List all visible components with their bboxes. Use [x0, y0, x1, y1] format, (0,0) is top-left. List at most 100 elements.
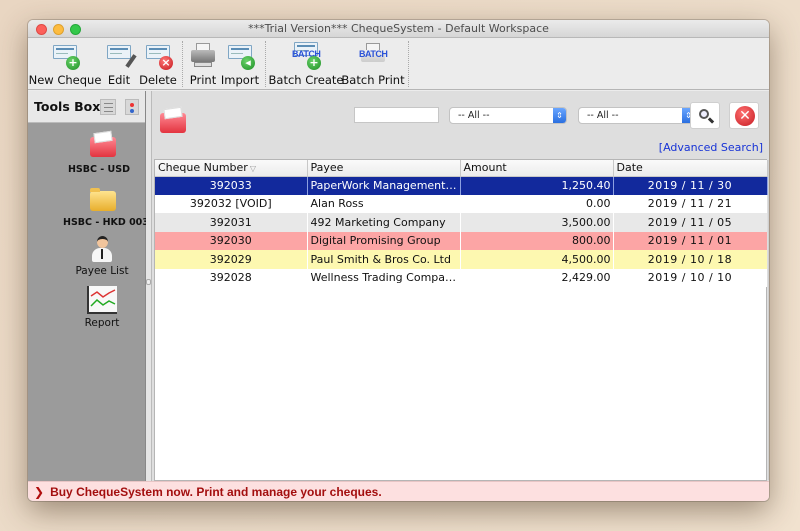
yellow-folder-icon [90, 188, 116, 211]
toolbar-separator [265, 41, 266, 87]
column-header-payee[interactable]: Payee [307, 160, 461, 177]
search-button[interactable] [690, 102, 720, 129]
title-bar: ***Trial Version*** ChequeSystem - Defau… [28, 20, 769, 38]
cheque-number-cell: 392028 [155, 268, 307, 287]
sidebar-item-report[interactable]: Report [28, 286, 146, 329]
table-header-row: Cheque Number ▽ Payee Amount Date [155, 160, 768, 177]
amount-cell: 1,250.40 [460, 176, 614, 195]
toolbar-separator [408, 41, 409, 87]
print-button[interactable]: Print [187, 38, 219, 90]
batch-create-button[interactable]: BATCH + Batch Create [268, 38, 344, 90]
table-row[interactable]: 392030 Digital Promising Group 800.00 2019 … [155, 231, 767, 250]
cheque-list-panel: -- All -- ⇕ -- All -- ⇕ ✕ [Advanced Sear… [152, 91, 769, 481]
icon-view-button[interactable] [125, 99, 139, 115]
delete-label: Delete [139, 73, 177, 87]
filter-select-1-value: -- All -- [458, 110, 490, 121]
column-header-amount[interactable]: Amount [460, 160, 614, 177]
advanced-search-link[interactable]: [Advanced Search] [659, 141, 763, 154]
amount-cell: 3,500.00 [460, 213, 613, 232]
new-cheque-label: New Cheque [28, 73, 102, 87]
sidebar-item-label: Report [84, 317, 120, 329]
sidebar-item-label: Payee List [75, 265, 129, 277]
toolbar-separator [182, 41, 183, 87]
filter-select-2-value: -- All -- [587, 110, 619, 121]
list-view-button[interactable] [100, 99, 116, 115]
search-input[interactable] [354, 107, 439, 123]
clear-search-button[interactable]: ✕ [729, 102, 759, 129]
splitter-handle[interactable] [146, 279, 151, 285]
payee-cell: Alan Ross [307, 194, 460, 213]
date-cell: 2019 / 11 / 05 [613, 213, 767, 232]
import-label: Import [220, 73, 260, 87]
date-cell: 2019 / 11 / 30 [613, 176, 768, 195]
tools-box-header: Tools Box [28, 91, 145, 123]
amount-cell: 4,500.00 [460, 250, 613, 269]
sidebar-item-payee-list[interactable]: Payee List [28, 236, 146, 277]
cheque-number-cell: 392033 [155, 176, 308, 195]
import-cheque-icon: ◂ [225, 42, 255, 70]
date-cell: 2019 / 11 / 01 [613, 231, 767, 250]
person-icon [90, 236, 114, 264]
app-window: ***Trial Version*** ChequeSystem - Defau… [28, 20, 769, 501]
delete-cheque-icon: × [143, 42, 173, 70]
table-row[interactable]: 392032 [VOID] Alan Ross 0.00 2019 / 11 / 21 [155, 194, 767, 213]
date-cell: 2019 / 11 / 21 [613, 194, 767, 213]
date-cell: 2019 / 10 / 18 [613, 250, 767, 269]
cheque-table: Cheque Number ▽ Payee Amount Date 392033 P… [154, 159, 769, 481]
amount-cell: 2,429.00 [460, 268, 613, 287]
promo-text: Buy ChequeSystem now. Print and manage y… [50, 484, 382, 499]
print-label: Print [189, 73, 217, 87]
sidebar-item-label: HSBC - HKD 003 [63, 217, 146, 228]
cheque-number-cell: 392029 [155, 250, 307, 269]
new-cheque-icon: + [50, 42, 80, 70]
table-row[interactable]: 392033 PaperWork Management Ltd 1,250.40 20… [155, 176, 768, 195]
table-row[interactable]: 392028 Wellness Trading Compan... 2,429.00… [155, 268, 767, 287]
batch-create-label: Batch Create [268, 73, 344, 87]
red-folder-icon [90, 137, 116, 157]
payee-cell: PaperWork Management Ltd [307, 176, 461, 195]
tools-box-title: Tools Box [34, 99, 101, 114]
edit-button[interactable]: Edit [100, 38, 138, 90]
cheque-number-cell: 392032 [VOID] [155, 194, 307, 213]
import-button[interactable]: ◂ Import [219, 38, 261, 90]
column-header-date[interactable]: Date [613, 160, 768, 177]
edit-cheque-icon [104, 42, 137, 70]
sidebar-item-hsbc-usd[interactable]: HSBC - USD [28, 137, 146, 175]
line-chart-icon [87, 286, 117, 314]
current-account-folder-icon [160, 113, 186, 133]
date-cell: 2019 / 10 / 10 [613, 268, 767, 287]
payee-cell: Digital Promising Group [307, 231, 460, 250]
select-stepper-icon: ⇕ [553, 108, 566, 123]
cheque-number-cell: 392031 [155, 213, 307, 232]
payee-cell: Wellness Trading Compan... [307, 268, 460, 287]
batch-create-icon: BATCH + [291, 42, 321, 70]
table-edge [768, 160, 769, 480]
batch-print-label: Batch Print [341, 73, 405, 87]
amount-cell: 800.00 [460, 231, 613, 250]
close-circle-icon: ✕ [735, 106, 755, 126]
sidebar-item-label: HSBC - USD [67, 164, 130, 175]
chevron-right-icon: ❯ [34, 484, 45, 499]
payee-cell: Paul Smith & Bros Co. Ltd [307, 250, 460, 269]
edit-label: Edit [107, 73, 131, 87]
content-area: Tools Box HSBC - USD HSBC - HKD 003 Paye… [28, 91, 769, 481]
filter-select-1[interactable]: -- All -- ⇕ [449, 107, 567, 124]
column-header-cheque-number[interactable]: Cheque Number ▽ [155, 160, 308, 177]
new-cheque-button[interactable]: + New Cheque [28, 38, 102, 90]
batch-print-icon: BATCH [358, 42, 388, 70]
filter-select-2[interactable]: -- All -- ⇕ [578, 107, 696, 124]
window-title: ***Trial Version*** ChequeSystem - Defau… [248, 22, 549, 35]
tools-box-sidebar: Tools Box HSBC - USD HSBC - HKD 003 Paye… [28, 91, 146, 481]
delete-button[interactable]: × Delete [138, 38, 178, 90]
payee-cell: 492 Marketing Company [307, 213, 460, 232]
amount-cell: 0.00 [460, 194, 613, 213]
batch-print-button[interactable]: BATCH Batch Print [341, 38, 405, 90]
toolbar: + New Cheque Edit × Delete Print ◂ Impor… [28, 38, 769, 90]
cheque-number-cell: 392030 [155, 231, 307, 250]
buy-promo-banner[interactable]: ❯ Buy ChequeSystem now. Print and manage… [28, 481, 769, 501]
sidebar-item-hsbc-hkd[interactable]: HSBC - HKD 003 [28, 188, 146, 228]
table-row[interactable]: 392029 Paul Smith & Bros Co. Ltd 4,500.00 2… [155, 250, 767, 269]
table-row[interactable]: 392031 492 Marketing Company 3,500.00 2019 … [155, 213, 767, 232]
printer-icon [188, 42, 218, 70]
sort-indicator-icon: ▽ [249, 164, 256, 174]
